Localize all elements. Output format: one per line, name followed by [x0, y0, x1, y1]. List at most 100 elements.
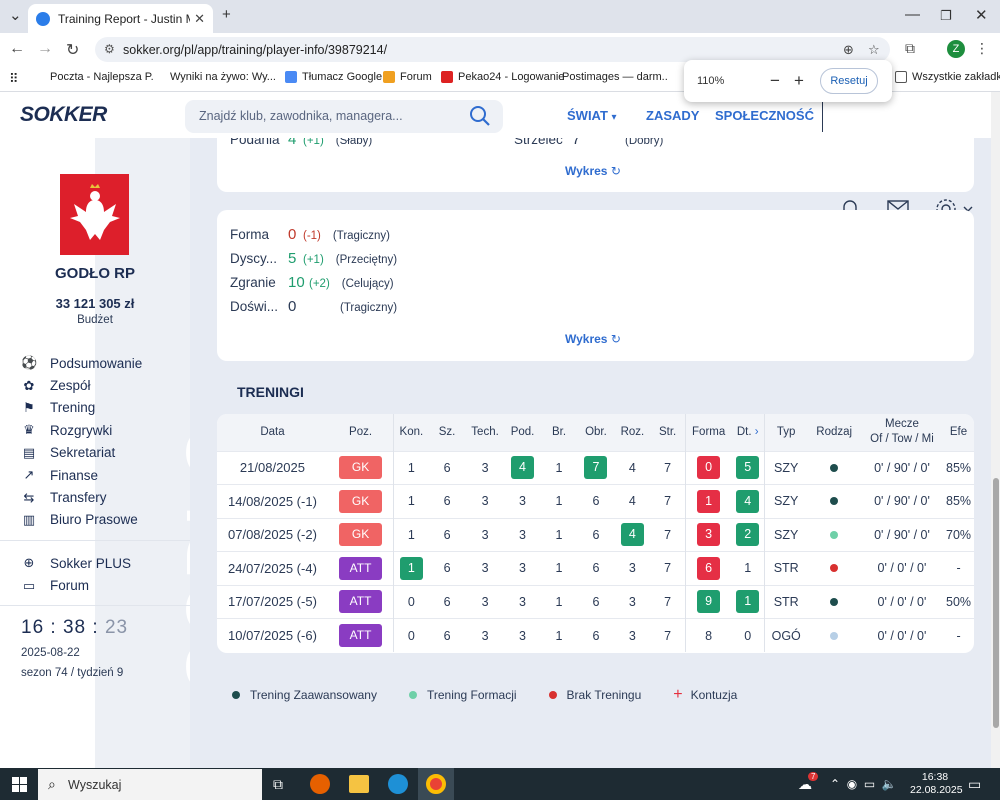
- chrome-taskbar-button[interactable]: [418, 768, 454, 800]
- menu-world[interactable]: ŚWIAT ▾: [567, 108, 617, 123]
- bookmark-item[interactable]: Tłumacz Google: [285, 71, 382, 83]
- address-bar[interactable]: ⚙ sokker.org/pl/app/training/player-info…: [95, 37, 890, 62]
- notifications-icon[interactable]: ▭: [968, 776, 981, 793]
- zoom-level: 110%: [697, 75, 725, 87]
- zoom-out-button[interactable]: −: [770, 71, 780, 91]
- sidebar-item-biuro-prasowe[interactable]: ▥ Biuro Prasowe: [21, 509, 142, 531]
- zoom-reset-button[interactable]: Resetuj: [820, 68, 878, 94]
- forward-icon[interactable]: →: [37, 40, 53, 58]
- chevron-right-icon[interactable]: ›: [755, 426, 759, 438]
- site-search-input[interactable]: Znajdź klub, zawodnika, managera...: [185, 100, 503, 133]
- sidebar-item-trening[interactable]: ⚑ Trening: [21, 397, 142, 419]
- sidebar-item-transfery[interactable]: ⇆ Transfery: [21, 486, 142, 508]
- cell-kon: 0: [393, 618, 429, 652]
- cell-forma: 9: [684, 585, 732, 619]
- windows-start-icon[interactable]: [12, 777, 27, 792]
- sidebar-item-zespol[interactable]: ✿ Zespół: [21, 374, 142, 396]
- page-scrollbar-thumb[interactable]: [993, 478, 999, 728]
- search-icon[interactable]: [469, 105, 491, 127]
- minimize-icon[interactable]: —: [905, 6, 920, 23]
- task-view-icon[interactable]: ⧉: [273, 776, 283, 793]
- bookmark-item[interactable]: Poczta - Najlepsza P...: [45, 71, 153, 83]
- legend-dot: [548, 691, 557, 699]
- chart-link[interactable]: Wykres ↻: [565, 164, 621, 178]
- sidebar-item-forum[interactable]: ▭ Forum: [21, 574, 131, 596]
- window-close-icon[interactable]: ✕: [975, 6, 988, 24]
- extensions-icon[interactable]: ⧉: [905, 40, 915, 57]
- cell-typ: STR: [763, 585, 808, 619]
- chart-link[interactable]: Wykres ↻: [565, 332, 621, 346]
- cell-obr: 6: [592, 594, 600, 609]
- change-badge: 1: [399, 556, 423, 580]
- reload-icon[interactable]: ↻: [66, 40, 79, 60]
- file-explorer-icon[interactable]: [349, 775, 369, 793]
- office-icon: ▤: [22, 444, 36, 460]
- position-badge: GK: [339, 456, 383, 480]
- col-mecze: Mecze Of / Tow / Mi: [870, 418, 934, 446]
- game-date: 2025-08-22: [21, 647, 80, 659]
- menu-community[interactable]: SPOŁECZNOŚĆ: [715, 108, 814, 123]
- col-rodzaj: Rodzaj: [816, 425, 853, 438]
- bookmark-item[interactable]: Forum: [383, 71, 432, 83]
- change-badge: 1: [697, 489, 721, 513]
- sokker-logo[interactable]: SOKKER: [20, 103, 107, 127]
- sidebar-nav: ⚽ Podsumowanie ✿ Zespół ⚑ Trening ♛ Rozgrywk…: [21, 352, 142, 531]
- sidebar-item-finanse[interactable]: ↗ Finanse: [21, 464, 142, 486]
- transfer-icon: ⇆: [23, 489, 35, 505]
- browser-menu-icon[interactable]: ⋮: [975, 40, 989, 57]
- back-icon[interactable]: ←: [9, 40, 25, 58]
- cell-sz: 6: [443, 594, 451, 609]
- taskbar-clock[interactable]: 16:38 22.08.2025: [910, 771, 963, 797]
- cell-rodzaj: [808, 485, 861, 519]
- trophy-icon: ♛: [23, 422, 35, 438]
- apps-icon[interactable]: ⠿: [9, 71, 19, 87]
- club-name[interactable]: GODŁO RP: [0, 265, 190, 282]
- browser-tab-bar: ⌄ Training Report - Justin Maesen ✕ + — …: [0, 0, 1000, 33]
- trainings-table: Data Poz. Kon. Sz. Tech. Pod. Br. Obr. R…: [217, 414, 974, 652]
- cell-str: 7: [664, 527, 672, 542]
- cell-efe: 70%: [946, 527, 972, 542]
- sidebar-divider: [0, 605, 190, 606]
- cell-kon: 1: [393, 484, 429, 518]
- cell-forma: 0: [684, 451, 732, 485]
- col-kon: Kon.: [393, 414, 429, 451]
- chevron-down-icon: ▾: [611, 112, 617, 123]
- sidebar-item-podsumowanie[interactable]: ⚽ Podsumowanie: [21, 352, 142, 374]
- bookmark-folder[interactable]: Wszystkie zakładki: [895, 71, 1000, 83]
- cell-pod: 3: [519, 494, 526, 509]
- cell-mecze: 0' / 0' / 0': [877, 594, 927, 609]
- bookmark-star-icon[interactable]: ☆: [868, 42, 880, 58]
- browser-tab[interactable]: Training Report - Justin Maesen ✕: [28, 4, 213, 33]
- firefox-icon[interactable]: [310, 774, 330, 794]
- bookmark-item[interactable]: Postimages — darm...: [557, 71, 667, 83]
- change-badge: 4: [620, 523, 644, 547]
- zoom-in-button[interactable]: +: [794, 71, 804, 91]
- sidebar-item-rozgrywki[interactable]: ♛ Rozgrywki: [21, 419, 142, 441]
- profile-avatar[interactable]: Z: [947, 40, 965, 58]
- system-tray-icons[interactable]: ⌃ ◉ ▭ 🔈: [830, 777, 897, 791]
- site-info-icon[interactable]: ⚙: [104, 42, 115, 56]
- cell-dt: 2: [732, 518, 765, 552]
- new-tab-icon[interactable]: +: [222, 6, 231, 23]
- menu-rules[interactable]: ZASADY: [646, 108, 699, 123]
- cell-sz: 6: [443, 460, 451, 475]
- sidebar-item-sokker-plus[interactable]: ⊕ Sokker PLUS: [21, 552, 132, 574]
- legend-item: Trening Formacji: [408, 688, 517, 702]
- restore-icon[interactable]: ❐: [940, 8, 952, 24]
- bookmark-item[interactable]: Pekao24 - Logowanie: [441, 71, 564, 83]
- position-badge: GK: [339, 489, 383, 513]
- change-badge: 4: [511, 456, 535, 480]
- cell-typ: SZY: [763, 518, 808, 552]
- col-data[interactable]: Data: [217, 414, 328, 451]
- edge-icon[interactable]: [388, 774, 408, 794]
- training-icon: ⚑: [23, 399, 35, 415]
- zoom-icon[interactable]: ⊕: [843, 42, 854, 58]
- tab-list-icon[interactable]: ⌄: [9, 6, 22, 24]
- sidebar-item-sekretariat[interactable]: ▤ Sekretariat: [21, 442, 142, 464]
- cell-typ: STR: [763, 551, 808, 585]
- tab-title: Training Report - Justin Maesen: [58, 11, 190, 26]
- tab-close-icon[interactable]: ✕: [194, 11, 205, 27]
- taskbar-search[interactable]: ⌕ Wyszukaj: [38, 769, 262, 800]
- cell-kon: 1: [393, 518, 429, 552]
- bookmark-item[interactable]: Wyniki na żywo: Wy...: [165, 71, 275, 83]
